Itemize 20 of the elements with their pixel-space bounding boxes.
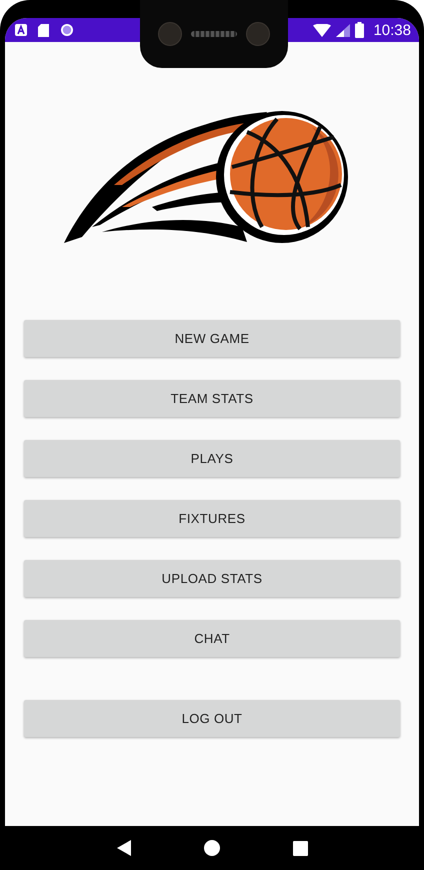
clock: 10:38 bbox=[373, 22, 411, 38]
wifi-icon bbox=[313, 24, 332, 36]
menu-button[interactable]: LOG OUT bbox=[24, 700, 400, 737]
menu-button[interactable]: CHAT bbox=[24, 620, 400, 657]
menu-button[interactable]: NEW GAME bbox=[24, 320, 400, 357]
camera-icon bbox=[246, 22, 270, 46]
circle-icon bbox=[60, 23, 74, 37]
menu-button[interactable]: FIXTURES bbox=[24, 500, 400, 537]
home-icon[interactable] bbox=[204, 840, 220, 856]
notification-icon bbox=[15, 24, 27, 36]
speaker-grille bbox=[191, 31, 237, 37]
recents-icon[interactable] bbox=[292, 840, 308, 856]
back-icon[interactable] bbox=[116, 840, 130, 856]
camera-icon bbox=[158, 22, 182, 46]
sd-card-icon bbox=[38, 24, 49, 36]
menu-button[interactable]: UPLOAD STATS bbox=[24, 560, 400, 597]
menu-button[interactable]: PLAYS bbox=[24, 440, 400, 477]
battery-icon bbox=[355, 22, 364, 38]
signal-icon bbox=[336, 24, 350, 36]
menu-button[interactable]: TEAM STATS bbox=[24, 380, 400, 417]
